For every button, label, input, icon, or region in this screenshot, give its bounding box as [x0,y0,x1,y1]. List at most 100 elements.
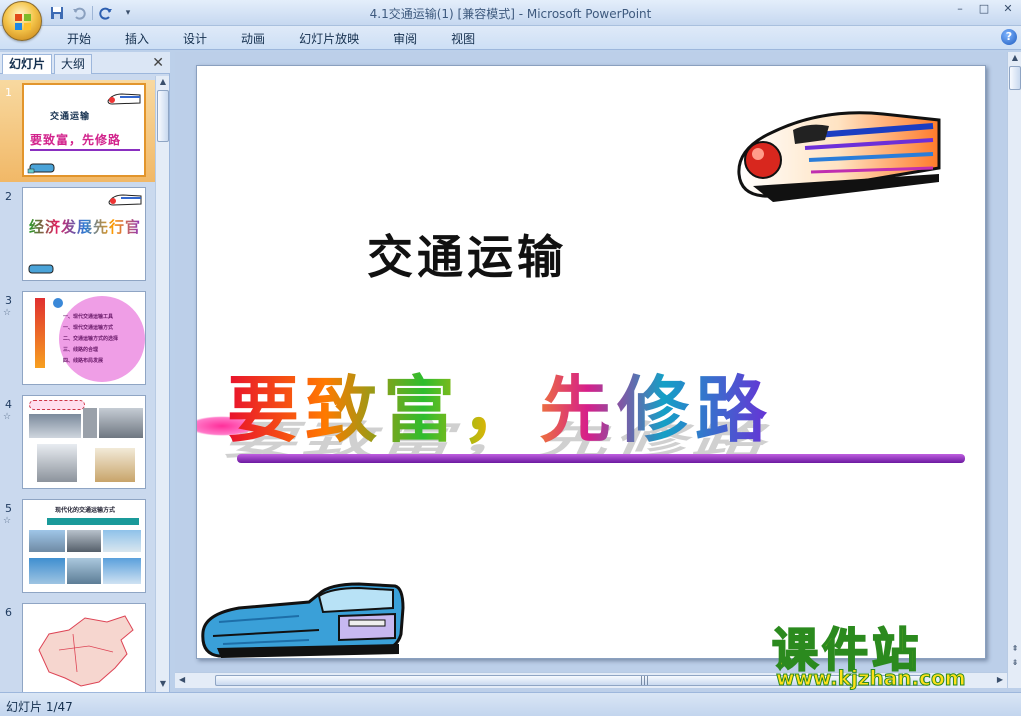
thumb-outline-item: 四、线路布局发展 [63,358,104,364]
slide-thumbnail-5[interactable]: 5 ☆ 现代化的交通运输方式 [0,496,155,598]
thumb-heading: 现代化的交通运输方式 [55,507,116,514]
bullet-train-icon [737,111,941,202]
slide-canvas[interactable]: 交通运输 要致富，先修路 要致富，先修路 [196,65,986,659]
animation-star-icon: ☆ [3,516,12,526]
window-controls: – □ ✕ [951,2,1017,16]
ribbon-tabs-bar: 开始 插入 设计 动画 幻灯片放映 审阅 视图 ? [0,26,1021,50]
scroll-up-icon[interactable]: ▲ [1008,53,1021,65]
watermark: 课件站 www.kjzhan.com [771,614,1012,694]
restore-button[interactable]: □ [975,2,993,16]
minimize-button[interactable]: – [951,2,969,16]
slide-thumbnail-4[interactable]: 4 ☆ [0,392,155,494]
slide-thumbnail-list: 1 交通运输 要致富，先修路 2 经济发展先行官 3 ☆ 一、现代交通运输工具 … [0,76,155,692]
scroll-down-icon[interactable]: ▼ [156,679,170,691]
train-icon [107,93,141,105]
thumbnail-image [22,395,146,489]
thumb-slogan: 要致富，先修路 [30,133,122,147]
slide-thumbnail-6[interactable]: 6 [0,600,155,692]
thumb-photo [103,558,141,584]
thumb-photo [37,444,77,482]
slide-title[interactable]: 交通运输 [367,221,567,287]
scroll-left-icon[interactable]: ◀ [179,675,185,684]
slide-number: 5 [5,502,12,515]
thumbnail-image: 现代化的交通运输方式 [22,499,146,593]
thumb-photo [67,530,101,552]
slide-scrollbar[interactable]: ▲ ⇞ ⇟ [1007,52,1021,688]
watermark-url: www.kjzhan.com [776,666,967,691]
close-icon: ✕ [152,55,164,71]
china-map-icon [38,615,134,687]
thumbnail-image: 交通运输 要致富，先修路 [22,83,146,177]
animation-star-icon: ☆ [3,308,12,318]
thumbnail-scrollbar[interactable]: ▲ ▼ [155,76,169,692]
thumb-photo [83,408,97,438]
thumb-photo [29,414,81,438]
tab-home[interactable]: 开始 [50,30,108,48]
close-pane-button[interactable]: ✕ [152,55,164,71]
thumb-outline-item: 一、现代交通运输方式 [63,325,114,331]
scroll-thumb[interactable] [1009,66,1021,90]
thumb-underline [30,149,140,151]
thumb-vertical-banner [35,298,45,368]
minimize-icon: – [957,2,963,15]
slide-number: 1 [5,86,12,99]
train-icon [28,264,54,274]
thumb-outline-list: 一、现代交通运输工具 一、现代交通运输方式 二、交通运输方式的选择 三、线路的合… [63,312,118,367]
tab-view[interactable]: 视图 [434,30,492,48]
thumb-bar [47,518,139,525]
title-bar: ▾ 4.1交通运输(1) [兼容模式] - Microsoft PowerPoi… [0,0,1021,41]
slide-thumbnail-2[interactable]: 2 经济发展先行官 [0,184,155,286]
thumbnail-image: 经济发展先行官 [22,187,146,281]
tab-design[interactable]: 设计 [166,30,224,48]
slide-thumbnail-3[interactable]: 3 ☆ 一、现代交通运输工具 一、现代交通运输方式 二、交通运输方式的选择 三、… [0,288,155,390]
thumb-photo [29,530,65,552]
thumb-heading: 经济发展先行官 [29,218,142,236]
slide-number: 6 [5,606,12,619]
ribbon-tabs: 开始 插入 设计 动画 幻灯片放映 审阅 视图 [50,30,492,48]
status-bar: 幻灯片 1/47 [0,692,1021,716]
slides-pane: 幻灯片 大纲 ✕ 1 交通运输 要致富，先修路 2 经济发展先行官 3 ☆ 一、… [0,52,170,692]
thumb-photo [99,408,143,438]
help-button[interactable]: ? [1001,29,1017,45]
close-icon: ✕ [1003,2,1013,15]
close-button[interactable]: ✕ [999,2,1017,16]
app-name: Microsoft PowerPoint [526,7,652,21]
slide-number: 4 [5,398,12,411]
thumb-photo [95,448,135,482]
locomotive-icon [201,582,405,658]
thumb-blue-dot [53,298,63,308]
tab-slideshow[interactable]: 幻灯片放映 [282,30,376,48]
pane-tabs: 幻灯片 大纲 ✕ [0,52,170,74]
train-icon [27,163,55,174]
thumb-photo [67,558,101,584]
thumb-photo [29,558,65,584]
window-title: 4.1交通运输(1) [兼容模式] - Microsoft PowerPoint [0,5,1021,22]
thumb-outline-item: 三、线路的合理 [63,347,99,353]
train-icon [108,194,142,206]
document-title: 4.1交通运输(1) [兼容模式] [369,7,515,21]
tab-review[interactable]: 审阅 [376,30,434,48]
thumb-outline-item: 一、现代交通运输工具 [63,314,114,320]
slide-thumbnail-1[interactable]: 1 交通运输 要致富，先修路 [0,80,155,182]
thumb-title: 交通运输 [50,112,91,122]
tab-insert[interactable]: 插入 [108,30,166,48]
title-separator: - [514,7,527,21]
slide-editing-area: 交通运输 要致富，先修路 要致富，先修路 [175,52,1021,692]
thumb-photo [103,530,141,552]
tab-outline[interactable]: 大纲 [54,54,93,74]
slogan-underline [237,454,965,463]
scroll-thumb[interactable] [157,90,169,142]
scroll-up-icon[interactable]: ▲ [156,77,170,89]
tab-slides[interactable]: 幻灯片 [2,54,53,74]
restore-icon: □ [978,2,990,15]
thumbnail-image [22,603,146,692]
tab-animations[interactable]: 动画 [224,30,282,48]
office-button[interactable] [2,1,42,41]
thumb-bubble [29,400,85,410]
animation-star-icon: ☆ [3,412,12,422]
slide-number: 3 [5,294,12,307]
slide-indicator: 幻灯片 1/47 [6,700,73,714]
slide-slogan[interactable]: 要致富，先修路 [227,351,773,456]
grip-icon: ||| [640,676,650,686]
slide-number: 2 [5,190,12,203]
